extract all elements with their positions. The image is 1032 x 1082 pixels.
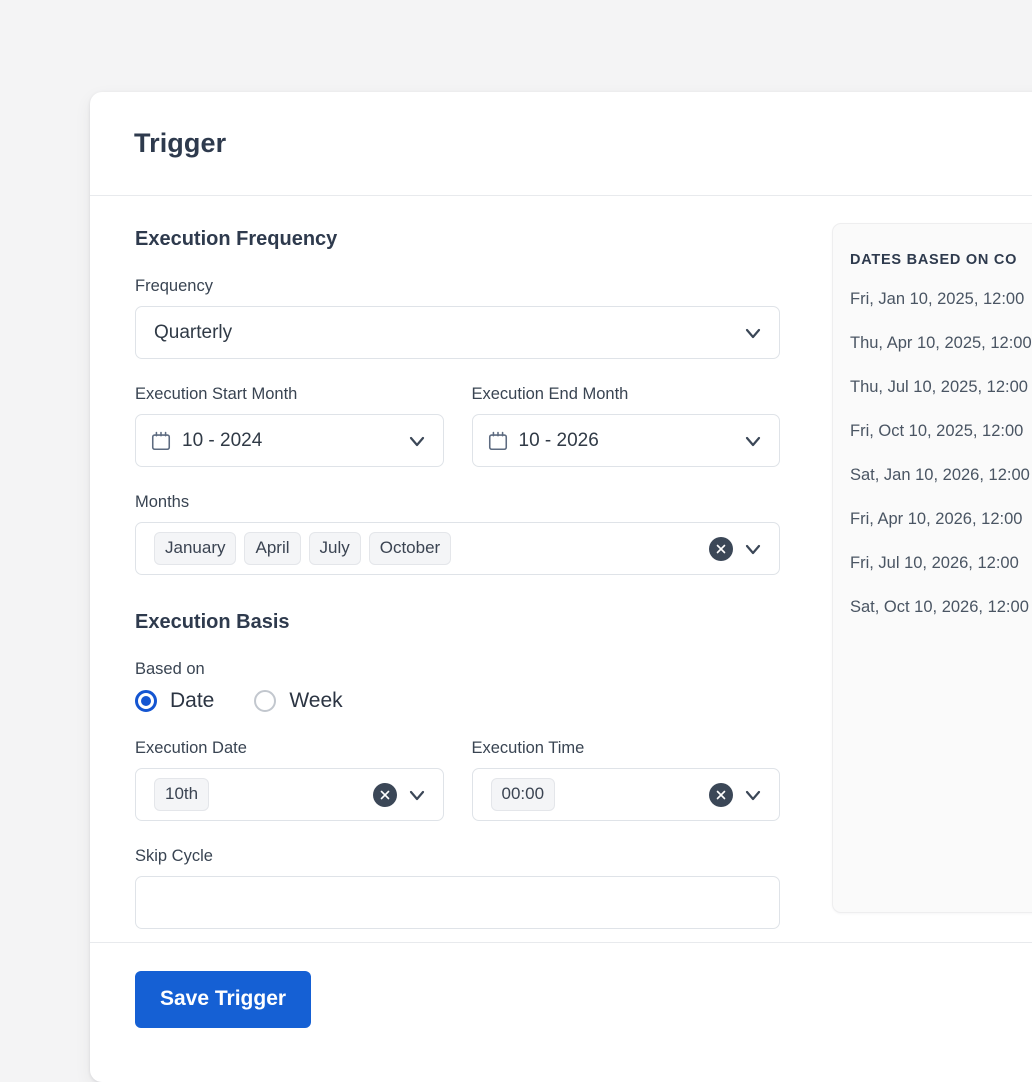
chevron-down-icon [745,328,761,338]
start-month-select[interactable]: 10 - 2024 [135,414,444,467]
months-chip[interactable]: October [368,532,452,565]
based-on-radio-group: Date Week [135,689,780,713]
end-month-field-group: Execution End Month 10 - 2026 [471,385,780,467]
frequency-field-group: Frequency Quarterly [135,277,780,359]
execution-time-field-group: Execution Time 00:00 [471,739,780,821]
dates-preview-heading: DATES BASED ON CO [850,252,1018,268]
execution-date-select[interactable]: 10th [135,768,444,821]
skip-cycle-input[interactable] [135,876,780,929]
chevron-down-icon [409,436,424,446]
month-range-row: Execution Start Month 10 - 2024 Executio… [135,385,780,467]
months-field-group: Months January April July October [135,493,780,575]
preview-date-item: Thu, Jul 10, 2025, 12:00 [850,378,1028,396]
frequency-value: Quarterly [154,321,233,343]
chevron-down-icon [409,790,424,800]
based-on-label: Based on [135,660,205,678]
page-title: Trigger [134,128,227,158]
months-chip[interactable]: July [308,532,361,565]
radio-button-week[interactable] [254,690,277,712]
preview-date-item: Sat, Oct 10, 2026, 12:00 [850,598,1029,616]
calendar-icon [488,431,507,450]
clear-months-button[interactable] [709,536,733,561]
months-label: Months [135,493,190,511]
calendar-icon [151,431,171,450]
end-month-select[interactable]: 10 - 2026 [471,414,780,467]
start-month-label: Execution Start Month [135,385,298,403]
start-month-field-group: Execution Start Month 10 - 2024 [135,385,444,467]
clear-execution-time-button[interactable] [709,782,733,807]
radio-option-date[interactable]: Date [135,689,214,713]
execution-frequency-heading: Execution Frequency [135,228,338,250]
execution-datetime-row: Execution Date 10th Execution Time 00:00 [135,739,780,821]
preview-date-item: Fri, Jan 10, 2025, 12:00 [850,290,1025,308]
close-icon [716,790,726,799]
card-footer: Save Trigger [90,942,1032,1082]
preview-date-item: Fri, Oct 10, 2025, 12:00 [850,422,1024,440]
radio-option-week[interactable]: Week [254,689,343,713]
execution-time-label: Execution Time [471,739,585,757]
radio-button-date[interactable] [135,690,157,712]
execution-time-chip[interactable]: 00:00 [490,778,556,811]
months-chip-list: January April July October [154,532,703,565]
chevron-down-icon [745,544,761,554]
trigger-form: Execution Frequency Frequency Quarterly … [90,228,807,929]
preview-date-item: Sat, Jan 10, 2026, 12:00 [850,466,1030,484]
execution-date-field-group: Execution Date 10th [135,739,444,821]
execution-date-chip[interactable]: 10th [154,778,210,811]
execution-date-chip-list: 10th [154,778,367,811]
execution-time-chip-list: 00:00 [490,778,704,811]
execution-basis-heading: Execution Basis [135,611,290,633]
radio-label-date: Date [170,689,215,712]
preview-date-item: Thu, Apr 10, 2025, 12:00 [850,334,1032,352]
chevron-down-icon [745,790,761,800]
clear-execution-date-button[interactable] [372,782,397,807]
frequency-select[interactable]: Quarterly [135,306,780,359]
close-icon [380,790,389,799]
end-month-label: Execution End Month [471,385,629,403]
trigger-card: Trigger Execution Frequency Frequency Qu… [90,92,1032,1082]
months-chip[interactable]: April [244,532,301,565]
close-icon [716,544,726,553]
execution-time-select[interactable]: 00:00 [471,768,780,821]
dates-preview-panel: DATES BASED ON CO Fri, Jan 10, 2025, 12:… [832,223,1032,913]
start-month-value: 10 - 2024 [182,429,263,451]
card-body: Execution Frequency Frequency Quarterly … [90,196,1032,942]
skip-cycle-label: Skip Cycle [135,847,213,865]
save-trigger-button[interactable]: Save Trigger [135,971,312,1028]
execution-date-label: Execution Date [135,739,247,757]
card-header: Trigger [90,92,1032,196]
end-month-value: 10 - 2026 [518,429,599,451]
months-multiselect[interactable]: January April July October [135,522,780,575]
months-chip[interactable]: January [154,532,237,565]
frequency-label: Frequency [135,277,213,295]
radio-label-week: Week [289,689,343,712]
chevron-down-icon [745,436,761,446]
preview-date-item: Fri, Jul 10, 2026, 12:00 [850,554,1019,572]
preview-date-item: Fri, Apr 10, 2026, 12:00 [850,510,1023,528]
